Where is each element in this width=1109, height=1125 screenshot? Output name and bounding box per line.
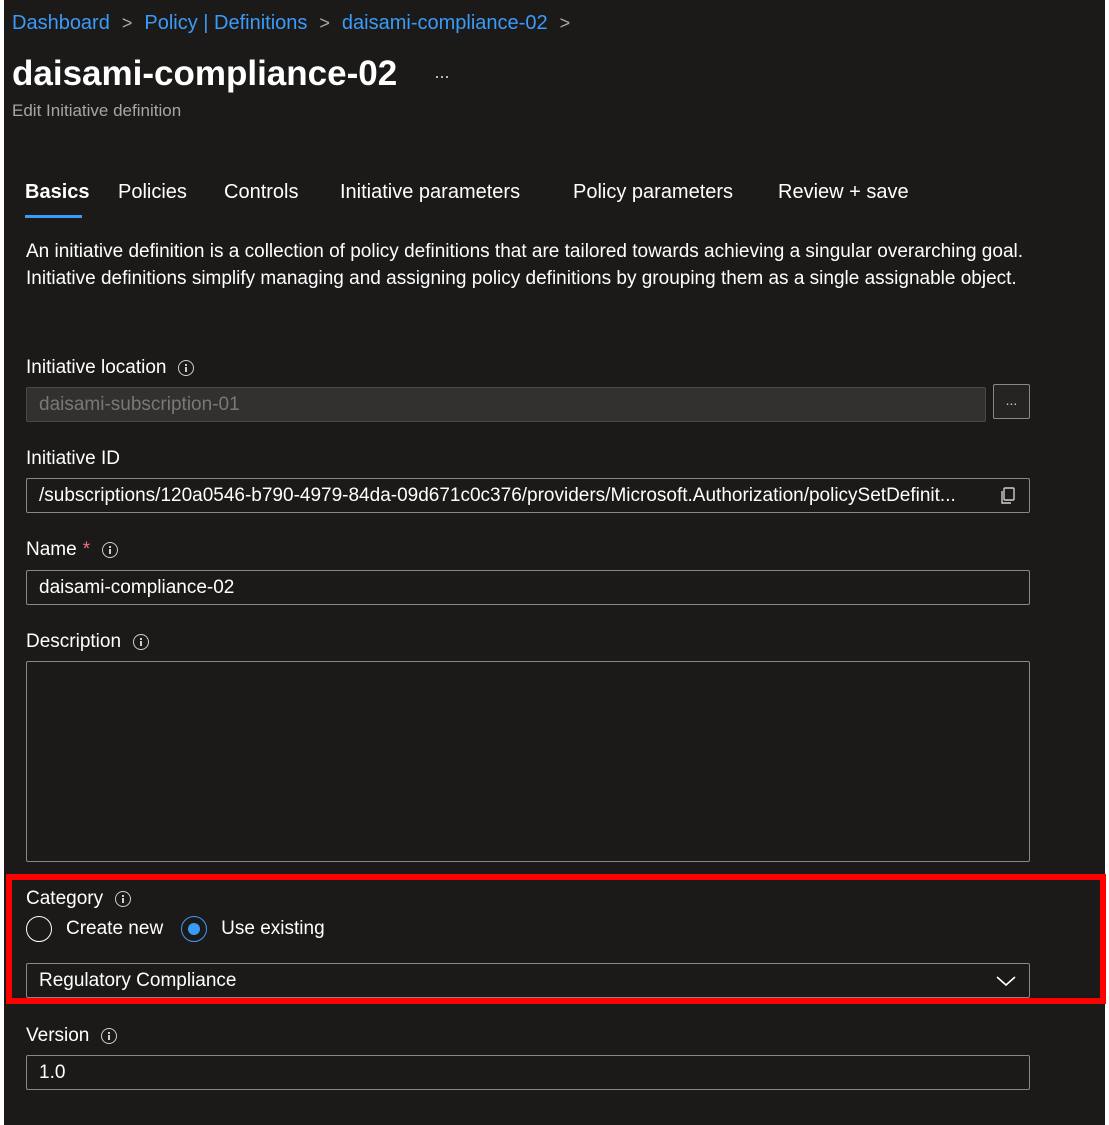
version-input[interactable]: 1.0 — [26, 1055, 1030, 1090]
chevron-down-icon — [996, 975, 1016, 986]
name-input[interactable]: daisami-compliance-02 — [26, 570, 1030, 605]
initiative-location-label-text: Initiative location — [26, 357, 167, 378]
name-label: Name * — [26, 539, 119, 561]
radio-use-existing[interactable] — [181, 916, 208, 942]
copy-icon[interactable] — [999, 486, 1017, 506]
browse-location-button[interactable]: ... — [993, 384, 1030, 419]
initiative-location-field: daisami-subscription-01 — [26, 387, 986, 422]
breadcrumb-dashboard[interactable]: Dashboard — [12, 12, 110, 35]
version-input-value: 1.0 — [39, 1061, 66, 1083]
tab-controls[interactable]: Controls — [224, 181, 298, 204]
name-input-value: daisami-compliance-02 — [39, 576, 235, 598]
radio-create-new[interactable] — [26, 916, 52, 942]
more-options-button[interactable]: ... — [428, 62, 456, 90]
version-label-text: Version — [26, 1025, 90, 1046]
info-icon[interactable] — [115, 891, 132, 907]
category-dropdown[interactable]: Regulatory Compliance — [26, 963, 1030, 998]
breadcrumb-separator-icon: > — [319, 13, 330, 33]
page-subtitle: Edit Initiative definition — [12, 101, 182, 120]
active-tab-indicator — [25, 215, 82, 218]
intro-description: An initiative definition is a collection… — [26, 241, 1024, 289]
info-icon[interactable] — [178, 360, 195, 376]
main-panel — [4, 0, 1105, 1125]
initiative-location-value: daisami-subscription-01 — [39, 393, 240, 415]
version-label: Version — [26, 1025, 118, 1047]
description-textarea[interactable] — [26, 661, 1030, 862]
initiative-id-label-text: Initiative ID — [26, 448, 120, 469]
initiative-id-label: Initiative ID — [26, 448, 120, 470]
name-label-text: Name — [26, 539, 77, 560]
info-icon[interactable] — [133, 634, 150, 650]
tab-initiative-parameters[interactable]: Initiative parameters — [340, 181, 520, 204]
breadcrumb-policy-definitions[interactable]: Policy | Definitions — [144, 12, 307, 35]
breadcrumb-separator-icon: > — [121, 13, 133, 33]
initiative-location-label: Initiative location — [26, 357, 195, 379]
breadcrumb: Dashboard > Policy | Definitions > daisa… — [12, 12, 582, 35]
tab-basics[interactable]: Basics — [25, 181, 90, 204]
tab-policy-parameters[interactable]: Policy parameters — [573, 181, 733, 204]
description-label: Description — [26, 631, 150, 653]
category-dropdown-value: Regulatory Compliance — [39, 969, 237, 991]
info-icon[interactable] — [101, 1028, 118, 1044]
category-label: Category — [26, 888, 132, 910]
category-label-text: Category — [26, 888, 104, 909]
breadcrumb-separator-icon: > — [559, 13, 571, 33]
tab-review-save[interactable]: Review + save — [778, 181, 909, 204]
page-title: daisami-compliance-02 — [12, 54, 398, 93]
initiative-id-value: /subscriptions/120a0546-b790-4979-84da-0… — [39, 484, 956, 506]
radio-use-existing-label[interactable]: Use existing — [221, 918, 325, 940]
category-radio-group: Create new Use existing — [26, 916, 343, 942]
initiative-id-field[interactable]: /subscriptions/120a0546-b790-4979-84da-0… — [26, 478, 1030, 513]
info-icon[interactable] — [102, 542, 119, 558]
radio-create-new-label[interactable]: Create new — [66, 918, 163, 940]
breadcrumb-current[interactable]: daisami-compliance-02 — [342, 12, 548, 35]
tab-policies[interactable]: Policies — [118, 181, 187, 204]
description-label-text: Description — [26, 631, 122, 652]
required-asterisk: * — [82, 539, 91, 560]
